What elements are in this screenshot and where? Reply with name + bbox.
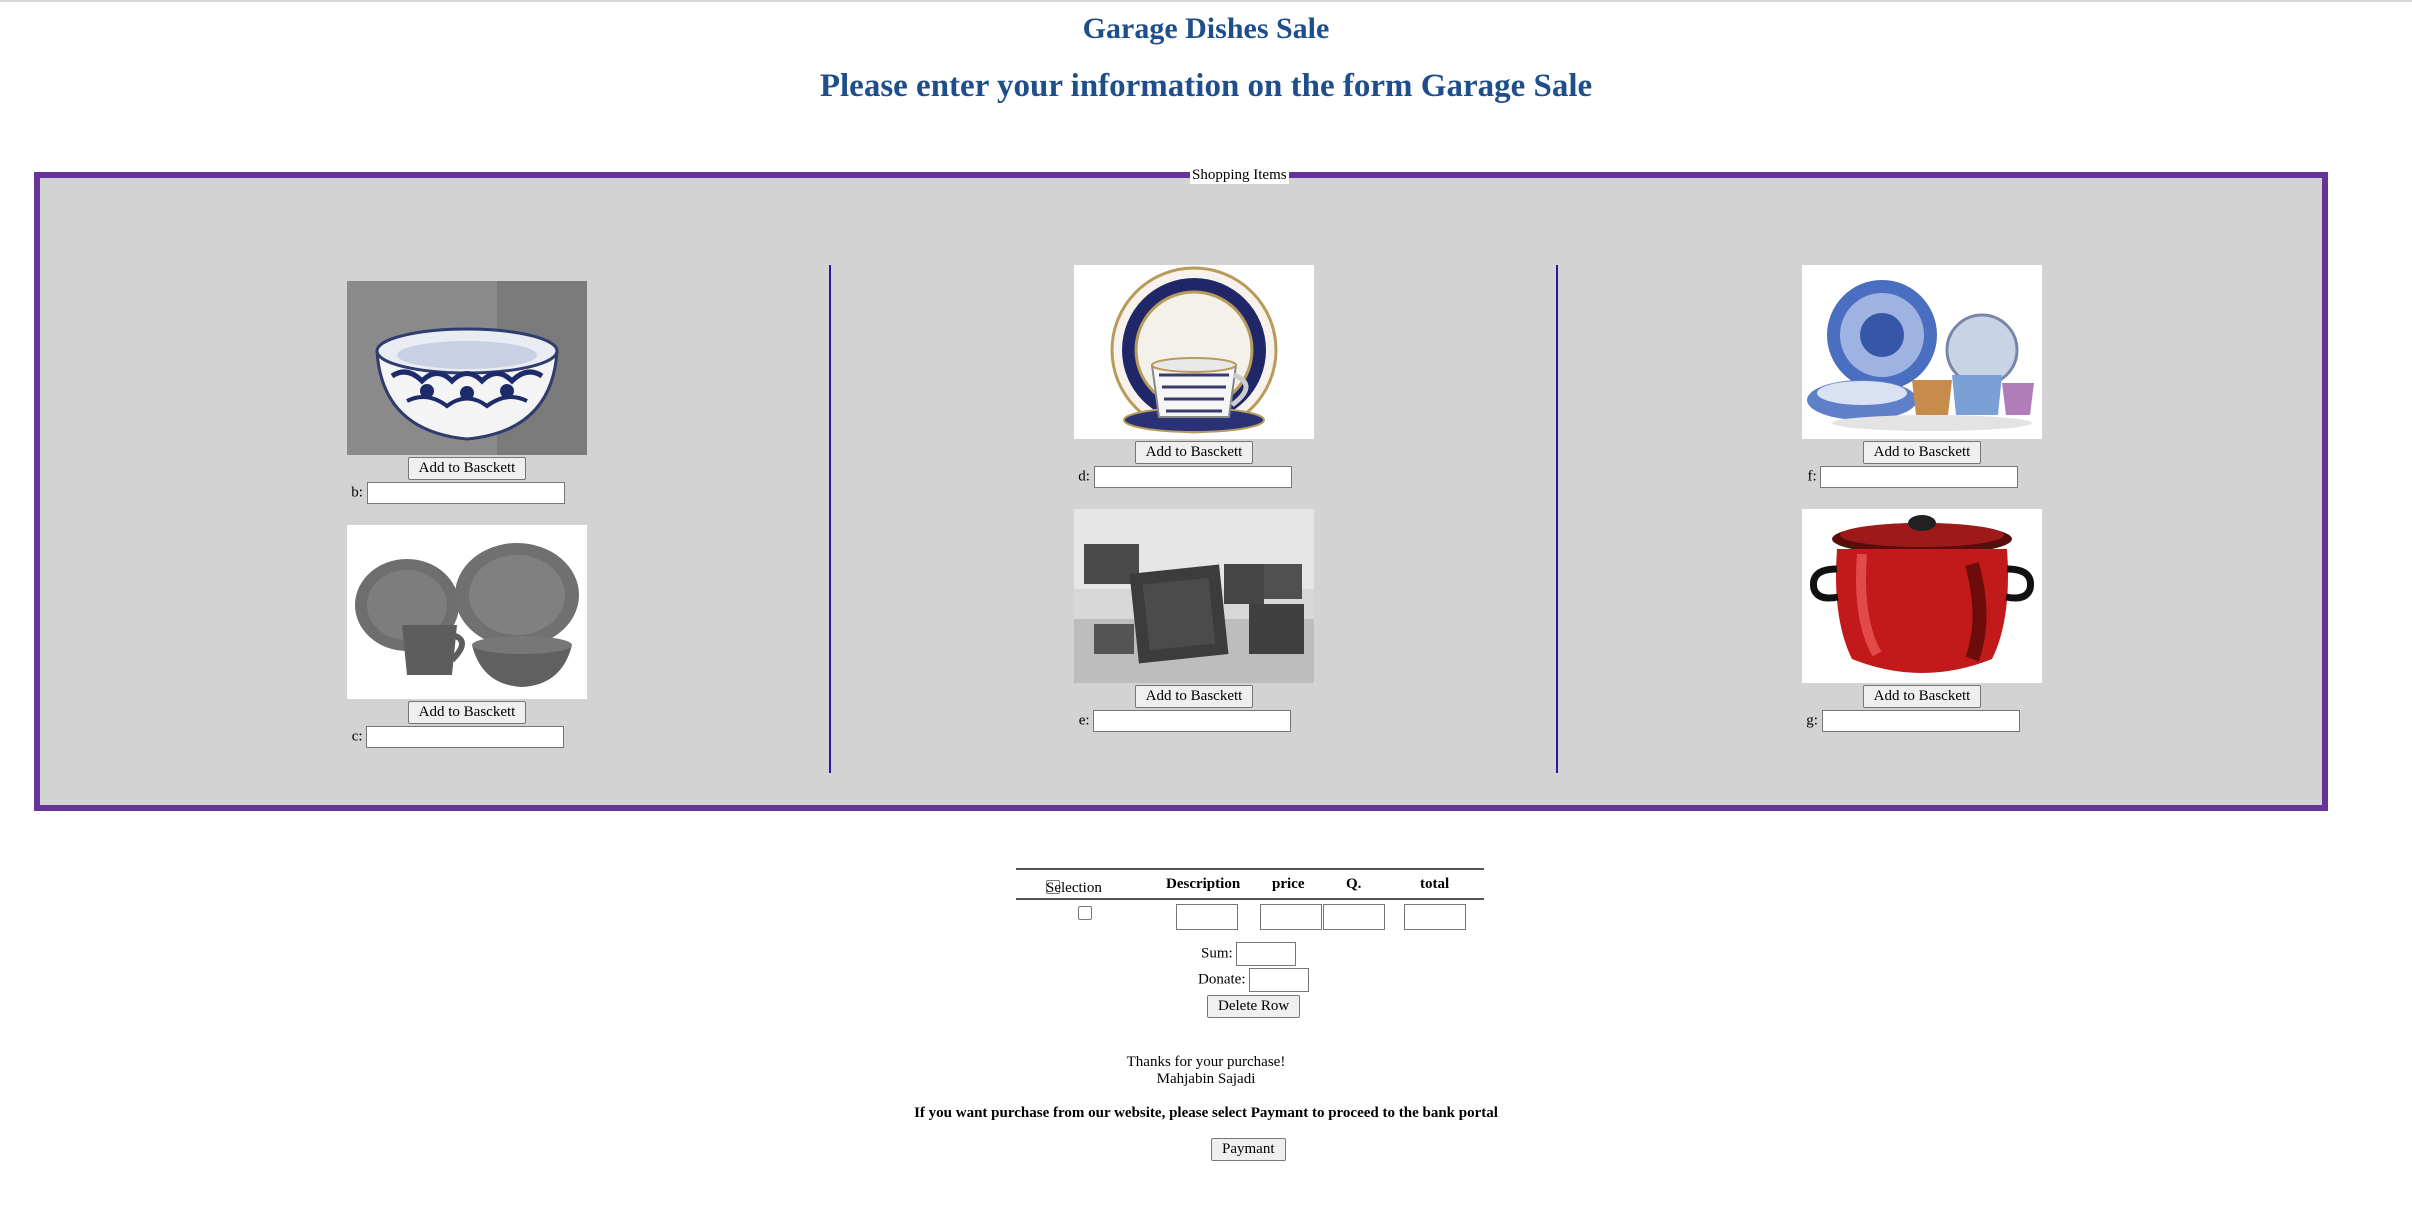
sum-label: Sum:: [1201, 945, 1233, 962]
add-to-basket-button[interactable]: Add to Basckett: [1862, 685, 1982, 708]
quantity-field[interactable]: [1323, 904, 1385, 930]
total-field[interactable]: [1404, 904, 1466, 930]
page-title: Garage Dishes Sale: [1082, 12, 1330, 45]
column-divider: [1556, 265, 1558, 773]
blue-patterned-dinnerware-image: [1802, 265, 2042, 439]
add-to-basket-button[interactable]: Add to Basckett: [407, 701, 527, 724]
header-selection: Selection: [1046, 880, 1102, 896]
cart-table-header: Selection Description price Q. total: [1016, 868, 1484, 900]
item-input-b[interactable]: [366, 482, 565, 504]
add-to-basket-button[interactable]: Add to Basckett: [1134, 685, 1254, 708]
product-item-d: Add to Basckett d:: [1074, 265, 1314, 488]
add-to-basket-button[interactable]: Add to Basckett: [407, 457, 527, 480]
item-input-g[interactable]: [1821, 710, 2020, 732]
shopping-items-legend: Shopping Items: [1190, 166, 1289, 184]
item-input-d[interactable]: [1093, 466, 1292, 488]
product-item-f: Add to Basckett f:: [1802, 265, 2042, 488]
item-label-g: g:: [1806, 712, 1818, 729]
item-input-c[interactable]: [366, 726, 565, 748]
table-row: [1016, 900, 1484, 934]
item-input-e[interactable]: [1093, 710, 1292, 732]
item-label-c: c:: [351, 728, 363, 745]
product-item-c: Add to Basckett c:: [347, 525, 587, 748]
sum-field[interactable]: [1236, 942, 1297, 966]
red-stockpot-image: [1802, 509, 2042, 683]
header-description: Description: [1166, 876, 1241, 892]
blue-white-bowl-image: [347, 281, 587, 455]
item-label-b: b:: [351, 484, 363, 501]
description-field[interactable]: [1176, 904, 1238, 930]
product-item-b: Add to Basckett b:: [347, 281, 587, 504]
header-price: price: [1272, 876, 1305, 892]
column-divider: [829, 265, 831, 773]
add-to-basket-button[interactable]: Add to Basckett: [1134, 441, 1254, 464]
payment-instruction: If you want purchase from our website, p…: [914, 1105, 1498, 1121]
product-item-g: Add to Basckett g:: [1802, 509, 2042, 732]
row-select-checkbox[interactable]: [1078, 906, 1092, 920]
payment-button[interactable]: Paymant: [1211, 1138, 1286, 1161]
dark-grey-square-dishes-image: [1074, 509, 1314, 683]
top-border-line: [0, 0, 2412, 2]
item-label-f: f:: [1807, 468, 1817, 485]
product-item-e: Add to Basckett e:: [1074, 509, 1314, 732]
donate-label: Donate:: [1198, 971, 1246, 988]
thanks-message: Thanks for your purchase!: [1126, 1054, 1286, 1070]
delete-row-button[interactable]: Delete Row: [1207, 995, 1301, 1018]
item-input-f[interactable]: [1820, 466, 2019, 488]
header-total: total: [1420, 876, 1450, 892]
author-name: Mahjabin Sajadi: [1156, 1071, 1256, 1087]
grey-dinnerware-set-image: [347, 525, 587, 699]
item-label-e: e:: [1078, 712, 1090, 729]
add-to-basket-button[interactable]: Add to Basckett: [1862, 441, 1982, 464]
donate-field[interactable]: [1249, 968, 1310, 992]
price-field[interactable]: [1260, 904, 1322, 930]
page-subtitle: Please enter your information on the for…: [819, 68, 1593, 104]
navy-gold-plate-cup-set-image: [1074, 265, 1314, 439]
donate-row: Donate:: [1198, 968, 1310, 992]
cart-table: Selection Description price Q. total: [1016, 868, 1484, 934]
item-label-d: d:: [1078, 468, 1090, 485]
header-quantity: Q.: [1346, 876, 1362, 892]
sum-row: Sum:: [1201, 942, 1297, 966]
